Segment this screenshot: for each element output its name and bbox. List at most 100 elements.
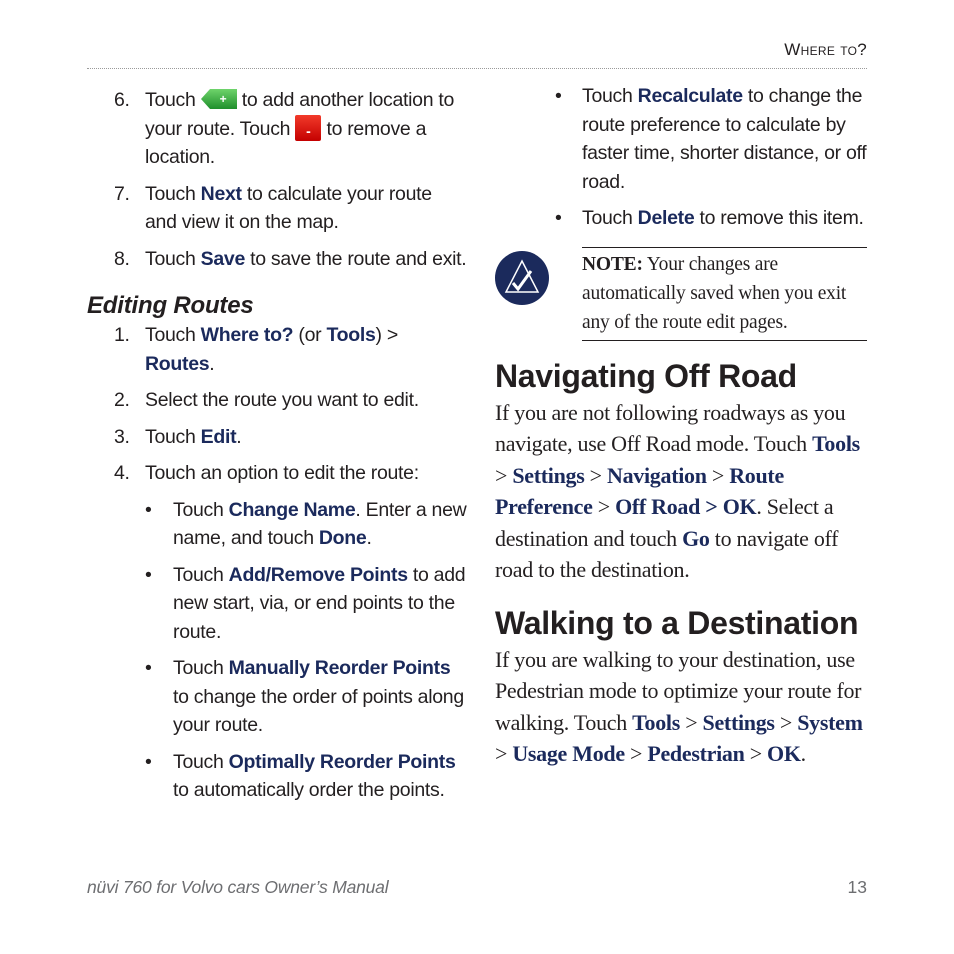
step-number: 7. xyxy=(114,182,130,205)
edit-step-4: 4. Touch an option to edit the route: xyxy=(87,459,467,488)
edit-step-3: 3. Touch Edit. xyxy=(87,423,467,452)
separator: > xyxy=(592,494,616,519)
right-column: • Touch Recalculate to change the route … xyxy=(495,82,870,770)
bullet-dot: • xyxy=(145,498,152,521)
note-text: NOTE: Your changes are automatically sav… xyxy=(582,246,867,341)
separator: > xyxy=(495,462,513,488)
keyword-usage-mode: Usage Mode xyxy=(512,741,625,766)
text: Touch xyxy=(145,324,201,346)
page-number: 13 xyxy=(847,877,867,897)
text: Touch xyxy=(145,182,201,205)
keyword-edit: Edit xyxy=(200,425,237,448)
keyword-optimally-reorder-points: Optimally Reorder Points xyxy=(228,750,456,773)
bullet-dot: • xyxy=(555,207,562,229)
section-title: Where to? xyxy=(784,40,867,59)
text: to save the route and exit. xyxy=(245,247,467,270)
note-block: NOTE: Your changes are automatically sav… xyxy=(495,246,870,341)
remove-location-icon: - xyxy=(295,114,322,141)
keyword-tools: Tools xyxy=(812,431,860,456)
text: . xyxy=(236,425,242,448)
keyword-change-name: Change Name xyxy=(228,498,356,521)
keyword-settings: Settings xyxy=(512,462,585,488)
text: Touch xyxy=(582,207,638,229)
note-label: NOTE: xyxy=(582,253,643,275)
text: Touch xyxy=(173,657,229,679)
text: Touch xyxy=(173,498,229,521)
keyword-go: Go xyxy=(682,525,710,551)
step-6: 6. Touch + to add another location to yo… xyxy=(87,86,467,172)
step-number: 2. xyxy=(114,389,130,411)
text: to remove this item. xyxy=(694,207,864,229)
bullet-delete: • Touch Delete to remove this item. xyxy=(495,204,870,233)
separator: > xyxy=(744,741,768,766)
keyword-delete: Delete xyxy=(637,207,695,229)
text: Touch xyxy=(145,247,201,270)
keyword-done: Done xyxy=(318,527,367,549)
bullet-dot: • xyxy=(145,657,152,679)
separator: > xyxy=(584,462,607,488)
bullet-recalculate: • Touch Recalculate to change the route … xyxy=(495,82,870,196)
separator: > xyxy=(624,741,648,766)
add-location-icon: + xyxy=(200,89,237,109)
bullet-change-name: • Touch Change Name. Enter a new name, a… xyxy=(87,496,467,553)
svg-text:+: + xyxy=(219,92,226,106)
keyword-manually-reorder-points: Manually Reorder Points xyxy=(228,657,451,679)
text: ) > xyxy=(375,324,399,346)
left-column: 6. Touch + to add another location to yo… xyxy=(87,86,467,813)
keyword-settings: Settings xyxy=(702,709,775,735)
keyword-tools: Tools xyxy=(632,709,680,735)
text: Touch xyxy=(145,425,201,448)
keyword-where-to: Where to? xyxy=(200,324,294,346)
bullet-optimally-reorder: • Touch Optimally Reorder Points to auto… xyxy=(87,748,467,805)
keyword-system: System xyxy=(797,709,863,735)
separator: > xyxy=(774,709,798,735)
footer-manual-title: nüvi 760 for Volvo cars Owner’s Manual xyxy=(87,877,389,897)
text: . xyxy=(366,527,372,549)
keyword-ok: OK xyxy=(767,741,801,766)
keyword-navigation: Navigation xyxy=(607,462,707,488)
text: Touch xyxy=(582,85,638,107)
text: Touch xyxy=(173,750,229,773)
separator: > xyxy=(680,709,703,735)
separator: > xyxy=(706,462,730,488)
step-8: 8. Touch Save to save the route and exit… xyxy=(87,245,467,274)
off-road-paragraph: If you are not following roadways as you… xyxy=(495,397,870,586)
text: to change the order of points along your… xyxy=(173,685,464,737)
text: Select the route you want to edit. xyxy=(145,389,419,411)
text: Touch an option to edit the route: xyxy=(145,462,419,484)
step-number: 6. xyxy=(114,89,130,111)
keyword-off-road-ok: Off Road > OK xyxy=(615,494,757,519)
bullet-dot: • xyxy=(145,750,152,773)
step-7: 7. Touch Next to calculate your route an… xyxy=(87,180,467,237)
text: Touch xyxy=(173,563,229,586)
keyword-pedestrian: Pedestrian xyxy=(647,741,745,766)
bullet-manually-reorder: • Touch Manually Reorder Points to chang… xyxy=(87,654,467,740)
step-number: 4. xyxy=(114,462,130,484)
text: If you are not following roadways as you… xyxy=(495,399,846,457)
text: (or xyxy=(293,324,327,346)
step-number: 8. xyxy=(114,247,130,270)
step-number: 1. xyxy=(114,324,130,346)
note-checkmark-icon xyxy=(495,250,549,305)
separator: > xyxy=(495,741,513,766)
keyword-tools: Tools xyxy=(326,324,376,346)
bullet-dot: • xyxy=(145,563,152,586)
bullet-dot: • xyxy=(555,85,562,107)
minus-glyph: - xyxy=(306,122,311,139)
text: . xyxy=(800,741,807,766)
editing-routes-heading: Editing Routes xyxy=(87,292,254,319)
edit-step-1: 1. Touch Where to? (or Tools) > Routes. xyxy=(87,321,467,378)
text: . xyxy=(209,352,215,375)
keyword-routes: Routes xyxy=(145,352,210,375)
text: to automatically order the points. xyxy=(173,779,445,801)
walking-paragraph: If you are walking to your destination, … xyxy=(495,644,870,770)
bullet-add-remove-points: • Touch Add/Remove Points to add new sta… xyxy=(87,561,467,647)
text: Touch xyxy=(145,89,201,111)
walking-heading: Walking to a Destination xyxy=(495,604,859,641)
page-header: Where to? xyxy=(87,38,867,69)
keyword-add-remove-points: Add/Remove Points xyxy=(228,563,408,586)
edit-step-2: 2. Select the route you want to edit. xyxy=(87,386,467,415)
keyword-next: Next xyxy=(200,182,242,205)
keyword-save: Save xyxy=(200,247,246,270)
navigating-off-road-heading: Navigating Off Road xyxy=(495,357,797,394)
